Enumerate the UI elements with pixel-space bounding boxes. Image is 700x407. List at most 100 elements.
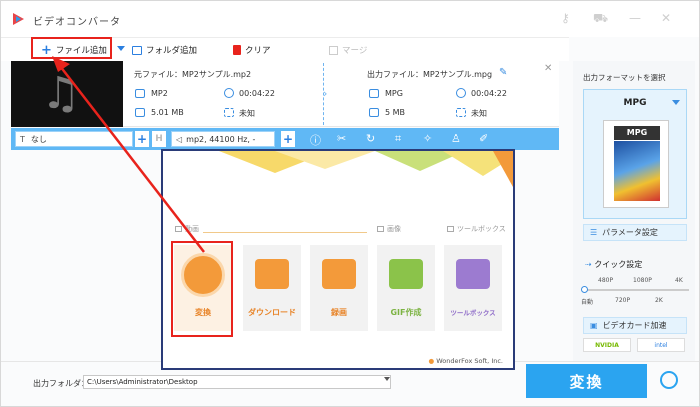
quality-auto[interactable]: 自動 [581,297,593,306]
gpu-acceleration-label: ビデオカード加速 [602,321,667,330]
clear-button[interactable]: クリア [233,42,271,58]
info-icon[interactable]: ⓘ [310,132,321,148]
output-format-title: 出力フォーマットを選択 [583,73,666,82]
output-size: 5 MB [385,108,406,117]
quality-slider-knob[interactable] [581,286,588,293]
key-icon[interactable]: ⚷ [561,11,570,25]
subtitle-select[interactable]: T なし [15,131,133,147]
output-format: MPG [385,89,403,98]
resolution-icon [456,108,466,117]
format-badge: MPG [614,126,660,140]
quality-slider[interactable] [583,289,689,291]
wonderfox-logo-icon: ● [428,357,435,365]
source-duration: 00:04:22 [239,89,275,98]
add-folder-label: フォルダ追加 [146,46,198,56]
text-icon: T [20,134,25,144]
parameter-settings-button[interactable]: ☰ パラメータ設定 [583,224,687,241]
size-icon [369,108,379,117]
output-folder-label: 出力フォルダ： [33,379,89,388]
watermark-icon[interactable]: ♙ [451,132,461,145]
section-image-label: 画像 [377,224,401,234]
section-video-label: 動画 [175,224,199,234]
record-card-label: 録画 [331,308,347,317]
chevron-right-icon: › [323,87,328,100]
highlight-add-file [31,37,112,59]
quality-2k[interactable]: 2K [655,297,663,304]
highlight-convert-card [171,241,233,337]
output-duration: 00:04:22 [471,89,507,98]
nvidia-badge[interactable]: NVIDIA [583,338,631,352]
quality-720p[interactable]: 720P [615,297,630,304]
image-section-icon [377,226,384,232]
subtitle-value: なし [30,134,47,144]
source-resolution: 未知 [239,109,255,118]
subtitle-h-button[interactable]: H [152,131,166,147]
tools-section-icon [447,226,454,232]
quality-1080p[interactable]: 1080P [633,277,652,284]
video-section-icon [175,226,182,232]
add-subtitle-button[interactable]: + [135,131,149,147]
cart-icon[interactable]: ⛟ [593,11,608,27]
toolbox-card-label: ツールボックス [450,309,496,317]
toolbox-card[interactable]: ツールボックス [444,245,502,331]
format-icon [135,89,145,98]
output-file-label: 出力ファイル：MP2サンプル.mpg [367,70,493,79]
format-selector[interactable]: MPG MPG [583,89,687,219]
clock-icon [456,88,466,98]
toolbox-icon [456,259,490,289]
folder-icon [132,45,142,55]
size-icon [135,108,145,117]
file-item[interactable]: ♫ 元ファイル：MP2サンプル.mp2 MP2 00:04:22 5.01 MB… [11,61,559,127]
chevron-down-icon[interactable] [117,46,125,51]
title-bar: ビデオコンバータ ⚷ ⛟ — ✕ [1,1,699,37]
remove-file-icon[interactable]: ✕ [544,63,552,74]
gpu-acceleration-button[interactable]: ▣ ビデオカード加速 [583,317,687,334]
format-icon [369,89,379,98]
convert-button[interactable]: 変換 [526,364,647,398]
format-thumbnail: MPG [603,120,669,208]
edit-bar: T なし + H ◁ mp2, 44100 Hz, - + ⓘ ✂ ↻ ⌗ ✧ … [11,128,559,150]
music-note-icon: ♫ [41,68,81,119]
balloon-image [614,141,660,201]
section-tools-label: ツールボックス [447,224,506,234]
close-icon[interactable]: ✕ [661,11,671,25]
sliders-icon: ☰ [590,228,598,237]
download-icon [255,259,289,289]
decor-triangle [493,151,513,187]
merge-label: マージ [342,46,368,56]
scissors-icon[interactable]: ✂ [337,132,346,145]
source-size: 5.01 MB [151,108,184,117]
format-name: MPG [623,98,647,108]
chevron-down-icon[interactable] [384,377,390,381]
effects-wand-icon[interactable]: ✧ [423,132,432,145]
edit-pencil-icon[interactable]: ✎ [499,67,507,78]
record-card[interactable]: 録画 [310,245,368,331]
output-folder-input[interactable]: C:\Users\Administrator\Desktop [83,375,391,389]
parameter-settings-label: パラメータ設定 [602,228,658,237]
edit-icon[interactable]: ✐ [479,132,488,145]
download-card[interactable]: ダウンロード [243,245,301,331]
app-title: ビデオコンバータ [33,17,121,28]
trash-icon [233,45,241,55]
quality-480p[interactable]: 480P [598,277,613,284]
section-divider [203,232,367,233]
speaker-icon: ◁ [176,134,183,144]
merge-button[interactable]: マージ [329,42,367,58]
intel-badge[interactable]: intel [637,338,685,352]
add-folder-button[interactable]: フォルダ追加 [132,42,197,58]
alarm-clock-icon[interactable] [660,371,678,389]
gif-maker-card[interactable]: GIF作成 [377,245,435,331]
quality-4k[interactable]: 4K [675,277,683,284]
add-audio-button[interactable]: + [281,131,295,147]
audio-track-select[interactable]: ◁ mp2, 44100 Hz, - [171,131,275,147]
audio-track-value: mp2, 44100 Hz, - [186,134,256,144]
gpu-icon: ▣ [590,321,598,330]
rotate-icon[interactable]: ↻ [366,132,375,145]
gif-maker-card-label: GIF作成 [390,308,422,317]
resolution-icon [224,108,234,117]
crop-icon[interactable]: ⌗ [395,132,401,146]
minimize-icon[interactable]: — [629,11,641,25]
download-card-label: ダウンロード [248,308,296,317]
clock-icon [224,88,234,98]
source-format: MP2 [151,89,168,98]
